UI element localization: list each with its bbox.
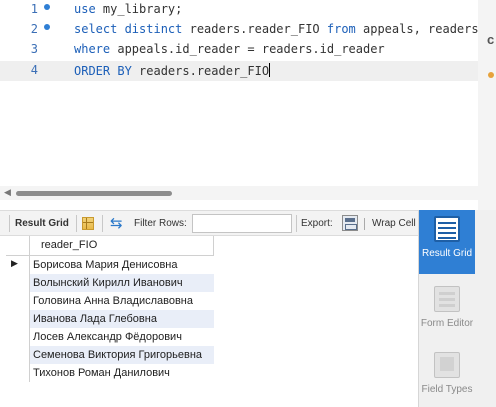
result-grid[interactable]: reader_FIO ▶ Борисова Мария Денисовна Во… (0, 236, 418, 407)
toolbar-divider (102, 215, 103, 232)
table-row[interactable]: ▶ Борисова Мария Денисовна (6, 256, 214, 274)
toolbar-divider (76, 215, 77, 232)
form-editor-button-label: Form Editor (420, 318, 474, 329)
field-types-button-label: Field Types (421, 384, 473, 395)
scroll-left-icon[interactable]: ◀ (4, 188, 11, 198)
statement-marker-icon (44, 4, 50, 10)
keyword: where (74, 42, 111, 56)
code-line-4[interactable]: 4 ORDER BY readers.reader_FIO (0, 61, 478, 81)
keyword: use (74, 2, 96, 16)
statement-marker-icon (44, 24, 50, 30)
result-grid-tab[interactable]: Result Grid (15, 218, 69, 229)
line-number: 4 (30, 63, 38, 77)
editor-horizontal-scrollbar[interactable]: ◀ (0, 186, 478, 200)
form-editor-button[interactable]: Form Editor (419, 280, 475, 344)
field-types-icon (434, 352, 460, 378)
right-side-panel-edge: c (478, 0, 496, 210)
identifier: my_library; (95, 2, 183, 16)
refresh-icon[interactable]: ⇆ (110, 214, 123, 232)
result-grid-button-label: Result Grid (421, 248, 472, 259)
identifier: appeals.id_reader = readers.id_reader (110, 42, 385, 56)
table-cell[interactable]: Волынский Кирилл Иванович (30, 274, 214, 292)
keyword: select distinct (74, 22, 183, 36)
row-marker[interactable] (6, 328, 30, 346)
code-text[interactable]: select distinct readers.reader_FIO from … (74, 22, 479, 36)
grid-icon[interactable] (82, 217, 94, 230)
column-header[interactable]: reader_FIO (30, 236, 214, 256)
grid-corner[interactable] (6, 236, 30, 256)
table-cell[interactable]: Тихонов Роман Данилович (30, 364, 214, 382)
export-label: Export: (301, 218, 333, 229)
filter-rows-label: Filter Rows: (134, 218, 187, 229)
sql-editor[interactable]: 1 use my_library; 2 select distinct read… (0, 0, 479, 185)
line-number: 1 (30, 2, 38, 16)
wrap-icon (364, 218, 365, 230)
line-number: 2 (30, 22, 38, 36)
grid-header: reader_FIO (6, 236, 214, 256)
code-text[interactable]: use my_library; (74, 2, 182, 16)
table-row[interactable]: Тихонов Роман Данилович (6, 364, 214, 382)
context-marker-icon (488, 72, 494, 78)
filter-rows-input[interactable] (192, 214, 292, 233)
text-caret (269, 63, 271, 77)
field-types-button[interactable]: Field Types (419, 346, 475, 407)
identifier: readers.reader_FIO (182, 22, 327, 36)
table-row[interactable]: Лосев Александр Фёдорович (6, 328, 214, 346)
row-marker[interactable] (6, 346, 30, 364)
code-line-1[interactable]: 1 use my_library; (0, 0, 478, 20)
table-cell[interactable]: Семенова Виктория Григорьевна (30, 346, 214, 364)
keyword: from (326, 22, 356, 36)
wrap-cell-content-label[interactable]: Wrap Cell Content: (372, 218, 418, 229)
table-row[interactable]: Волынский Кирилл Иванович (6, 274, 214, 292)
code-line-2[interactable]: 2 select distinct readers.reader_FIO fro… (0, 20, 479, 40)
row-marker[interactable] (6, 310, 30, 328)
identifier: readers.reader_FIO (131, 64, 270, 78)
table-row[interactable]: Семенова Виктория Григорьевна (6, 346, 214, 364)
keyword: ORDER BY (74, 64, 132, 78)
line-number: 3 (30, 42, 38, 56)
scrollbar-thumb[interactable] (16, 191, 172, 196)
result-grid-button[interactable]: Result Grid (419, 210, 475, 274)
result-grid-icon (434, 216, 460, 242)
table-row[interactable]: Головина Анна Владиславовна (6, 292, 214, 310)
table-cell[interactable]: Лосев Александр Фёдорович (30, 328, 214, 346)
toolbar-divider (9, 215, 10, 232)
current-row-icon: ▶ (11, 259, 18, 269)
code-text[interactable]: ORDER BY readers.reader_FIO (74, 63, 271, 78)
table-cell[interactable]: Иванова Лада Глебовна (30, 310, 214, 328)
table-cell[interactable]: Борисова Мария Денисовна (30, 256, 214, 274)
row-marker[interactable] (6, 364, 30, 382)
result-view-panel: Result Grid Form Editor Field Types (418, 210, 496, 407)
row-marker[interactable] (6, 274, 30, 292)
table-row[interactable]: Иванова Лада Глебовна (6, 310, 214, 328)
export-icon[interactable] (342, 215, 358, 231)
panel-letter: c (487, 32, 495, 47)
identifier: appeals, readers (355, 22, 479, 36)
row-marker[interactable] (6, 292, 30, 310)
code-text[interactable]: where appeals.id_reader = readers.id_rea… (74, 42, 385, 56)
code-line-3[interactable]: 3 where appeals.id_reader = readers.id_r… (0, 40, 478, 60)
form-editor-icon (434, 286, 460, 312)
table-cell[interactable]: Головина Анна Владиславовна (30, 292, 214, 310)
result-toolbar: Result Grid ⇆ Filter Rows: Export: Wrap … (0, 210, 418, 236)
toolbar-divider (296, 215, 297, 232)
row-marker[interactable]: ▶ (6, 256, 30, 274)
